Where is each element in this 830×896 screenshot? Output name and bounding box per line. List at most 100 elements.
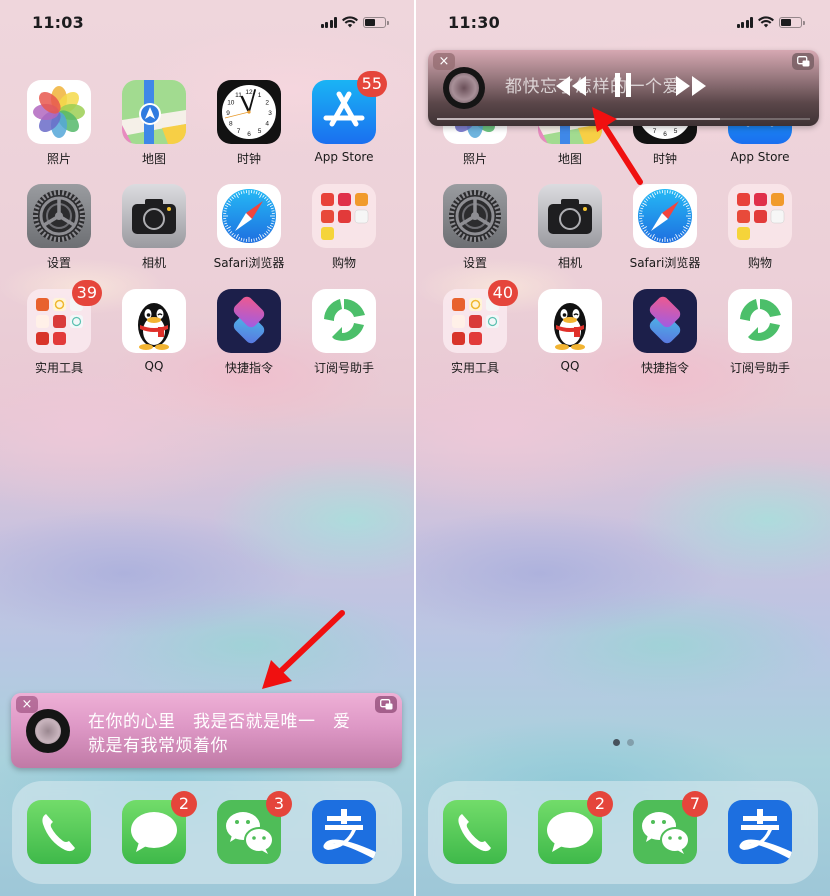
banner-pip-button[interactable] (375, 696, 397, 713)
shopping-folder-icon-art (312, 184, 376, 248)
status-bar: 11:30 (416, 0, 830, 48)
qq-icon (538, 289, 602, 353)
app-shopping-folder[interactable]: 购物 (715, 184, 805, 271)
svg-text:3: 3 (268, 110, 272, 117)
page-indicator[interactable] (416, 739, 830, 746)
app-maps[interactable]: 地图 (109, 80, 199, 167)
app-label: 实用工具 (450, 361, 499, 375)
banner-close-button[interactable]: × (433, 53, 455, 70)
previous-icon[interactable] (556, 76, 586, 96)
banner-close-button[interactable]: × (16, 696, 38, 713)
cellular-signal-icon (320, 16, 337, 28)
cellular-signal-icon (736, 16, 753, 28)
app-qq[interactable]: QQ (109, 289, 199, 373)
app-label: 订阅号助手 (729, 361, 790, 375)
utilities-folder-icon: 39 (27, 280, 102, 353)
app-shortcuts[interactable]: 快捷指令 (204, 289, 294, 376)
shortcuts-icon-art (633, 289, 697, 353)
shortcuts-icon-art (217, 289, 281, 353)
pip-icon (379, 699, 392, 710)
app-camera[interactable]: 相机 (109, 184, 199, 271)
app-photos[interactable]: 照片 (14, 80, 104, 167)
progress-fill (437, 118, 721, 120)
svg-text:7: 7 (237, 128, 241, 135)
app-settings[interactable]: 设置 (430, 184, 520, 271)
app-label: 购物 (331, 256, 356, 270)
app-clock[interactable]: 123456789101112时钟 (204, 80, 294, 167)
app-shortcuts[interactable]: 快捷指令 (620, 289, 710, 376)
app-label: Safari浏览器 (213, 256, 285, 270)
next-icon[interactable] (676, 76, 706, 96)
music-player-banner[interactable]: × 都快忘了怎样的一个爱 (428, 50, 819, 126)
app-phone[interactable] (430, 800, 520, 864)
app-label: 时钟 (652, 152, 677, 166)
alipay-icon (728, 800, 792, 864)
app-label: 快捷指令 (224, 361, 273, 375)
app-settings[interactable]: 设置 (14, 184, 104, 271)
app-safari[interactable]: Safari浏览器 (204, 184, 294, 271)
safari-icon (633, 184, 697, 248)
safari-icon (217, 184, 281, 248)
svg-text:5: 5 (258, 128, 262, 135)
app-messages[interactable]: 2 (109, 791, 199, 864)
screenshot-before: 11:03 照片 地图 1 2 3 4 5 6 7 8 9 10 11 12 时钟 55 App Store 设置… (0, 0, 414, 896)
svg-text:10: 10 (227, 100, 235, 107)
clock-icon: 123456789101112 (217, 80, 281, 144)
app-alipay[interactable] (715, 800, 805, 864)
battery-icon (779, 16, 805, 28)
app-label: 订阅号助手 (313, 361, 374, 375)
app-phone[interactable] (14, 800, 104, 864)
album-art (449, 73, 479, 103)
svg-text:6: 6 (663, 131, 667, 138)
shopping-folder-icon (728, 184, 792, 248)
lyric-line-2: 就是有我常烦着你 (88, 736, 228, 756)
lyrics-banner[interactable]: × 在你的心里 我是否就是唯一 爱 就是有我常烦着你 (11, 693, 402, 768)
app-label: 地图 (141, 152, 166, 166)
app-camera[interactable]: 相机 (525, 184, 615, 271)
app-label: 时钟 (236, 152, 261, 166)
app-safari[interactable]: Safari浏览器 (620, 184, 710, 271)
app-subscription-assistant[interactable]: 订阅号助手 (715, 289, 805, 376)
qq-icon (122, 289, 186, 353)
app-label: QQ (560, 359, 580, 373)
clock-icon-art: 123456789101112 (217, 80, 281, 144)
svg-text:8: 8 (229, 121, 233, 128)
subscription-assistant-icon-art (728, 289, 792, 353)
app-app-store[interactable]: 55 App Store (299, 71, 389, 164)
app-label: App Store (730, 150, 790, 164)
svg-text:1: 1 (258, 92, 262, 99)
app-alipay[interactable] (299, 800, 389, 864)
subscription-assistant-icon (312, 289, 376, 353)
battery-level (781, 18, 792, 26)
app-utilities-folder[interactable]: 39 实用工具 (14, 280, 104, 376)
svg-text:2: 2 (265, 100, 269, 107)
shortcuts-icon (217, 289, 281, 353)
app-label: 照片 (462, 152, 487, 166)
settings-icon-art (27, 184, 91, 248)
banner-pip-button[interactable] (792, 53, 814, 70)
maps-icon (122, 80, 186, 144)
app-utilities-folder[interactable]: 40 实用工具 (430, 280, 520, 376)
page-dot[interactable] (626, 739, 634, 746)
safari-icon-art (217, 184, 281, 248)
app-label: 相机 (557, 256, 582, 270)
app-subscription-assistant[interactable]: 订阅号助手 (299, 289, 389, 376)
app-label: 购物 (747, 256, 772, 270)
app-wechat[interactable]: 7 (620, 791, 710, 864)
dock: 23 (12, 781, 402, 884)
app-shopping-folder[interactable]: 购物 (299, 184, 389, 271)
pause-icon[interactable] (615, 73, 631, 97)
photos-icon-art (27, 80, 91, 144)
maps-icon-art (122, 80, 186, 144)
shopping-folder-icon-art (728, 184, 792, 248)
shopping-folder-icon (312, 184, 376, 248)
app-messages[interactable]: 2 (525, 791, 615, 864)
page-dot[interactable] (612, 739, 620, 746)
app-label: 设置 (462, 256, 487, 270)
progress-track[interactable] (437, 118, 810, 120)
svg-text:6: 6 (247, 131, 251, 138)
app-wechat[interactable]: 3 (204, 791, 294, 864)
app-qq[interactable]: QQ (525, 289, 615, 373)
camera-icon-art (122, 184, 186, 248)
subscription-assistant-icon (728, 289, 792, 353)
